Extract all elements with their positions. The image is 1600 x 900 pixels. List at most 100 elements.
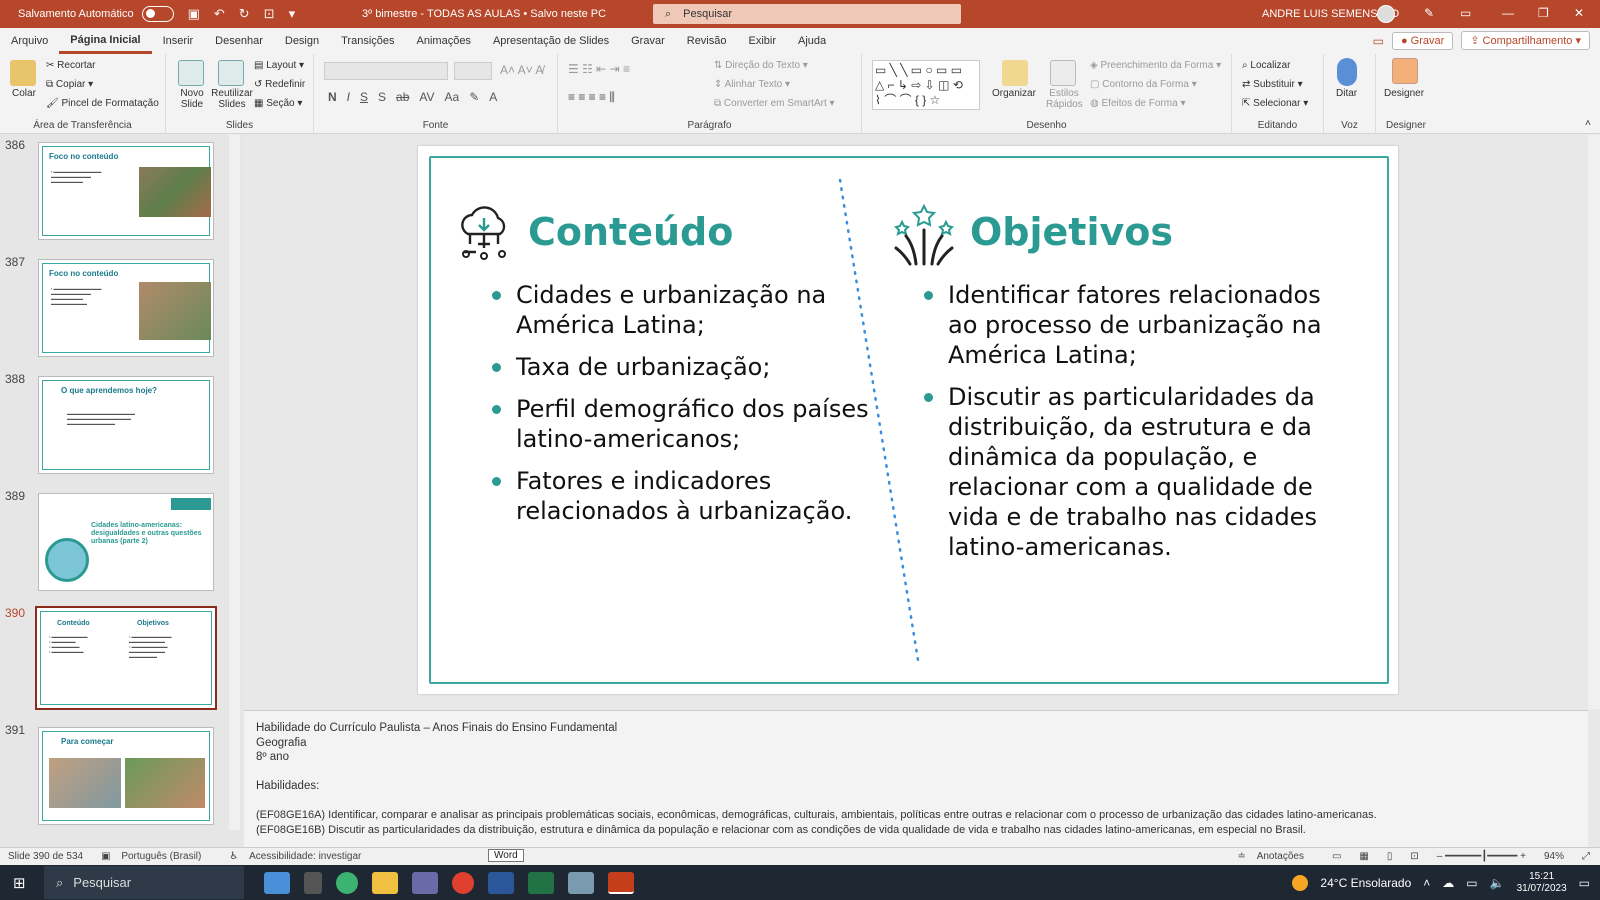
notifications-icon[interactable]: ▭: [1579, 876, 1590, 890]
view-normal-icon[interactable]: ▭: [1332, 851, 1341, 862]
customize-qat-icon[interactable]: ▾: [289, 6, 296, 22]
tab-exibir[interactable]: Exibir: [738, 28, 788, 54]
maximize-icon[interactable]: ❐: [1538, 6, 1549, 20]
list-icons[interactable]: ☰ ☷ ⇤ ⇥ ≡: [568, 62, 630, 76]
format-painter-button[interactable]: 🖌 Pincel de Formatação: [46, 98, 159, 109]
microphone-icon[interactable]: [1337, 58, 1357, 86]
arrange-icon[interactable]: [1002, 60, 1028, 86]
excel-icon[interactable]: [528, 871, 554, 894]
tab-transicoes[interactable]: Transições: [330, 28, 405, 54]
font-family-select[interactable]: [324, 62, 448, 80]
ribbon-display-icon[interactable]: ▭: [1460, 6, 1471, 20]
shadow-icon[interactable]: S: [378, 90, 386, 104]
close-icon[interactable]: ✕: [1574, 6, 1584, 20]
windows-start-icon[interactable]: ⊞: [13, 874, 26, 892]
bold-icon[interactable]: N: [328, 90, 337, 104]
thumbnail-386[interactable]: Foco no conteúdo ▪ ▬▬▬▬▬▬▬▬▬▬▬▬ ▬▬▬▬▬▬▬▬▬…: [38, 142, 214, 240]
thumbnails-scrollbar[interactable]: [229, 135, 240, 830]
app-icon[interactable]: [568, 871, 594, 894]
present-icon[interactable]: ⊡: [264, 6, 275, 22]
tab-desenhar[interactable]: Desenhar: [204, 28, 274, 54]
designer-icon[interactable]: [1392, 58, 1418, 84]
word-icon[interactable]: [488, 871, 514, 894]
powerpoint-icon[interactable]: [608, 871, 634, 894]
align-icons[interactable]: ≡ ≡ ≡ ≡ ⫼: [568, 90, 615, 105]
paste-icon[interactable]: [10, 60, 36, 86]
pen-icon[interactable]: ✎: [1424, 6, 1434, 20]
replace-button[interactable]: ⇄ Substituir ▾: [1242, 79, 1303, 90]
strikethrough-icon[interactable]: ab: [396, 90, 409, 104]
copy-button[interactable]: ⧉ Copiar ▾: [46, 79, 93, 90]
select-button[interactable]: ⇱ Selecionar ▾: [1242, 98, 1308, 109]
clock[interactable]: 15:21 31/07/2023: [1517, 871, 1567, 895]
tab-animacoes[interactable]: Animações: [406, 28, 482, 54]
reuse-slides-icon[interactable]: [218, 60, 244, 86]
tab-arquivo[interactable]: Arquivo: [0, 28, 59, 54]
chrome-icon[interactable]: [452, 871, 474, 894]
shape-effects-button[interactable]: ◍ Efeitos de Forma ▾: [1090, 98, 1185, 109]
dictate-button[interactable]: Ditar: [1336, 88, 1357, 99]
shapes-gallery[interactable]: ▭ ╲ ╲ ▭ ○ ▭ ▭ △ ⌐ ↳ ⇨ ⇩ ◫ ⟲ ⌇ ⌒ ⌒ { } ☆: [872, 60, 980, 110]
thumbnail-391[interactable]: Para começar: [38, 727, 214, 825]
thumbnail-387[interactable]: Foco no conteúdo ▪ ▬▬▬▬▬▬▬▬▬▬▬▬ ▬▬▬▬▬▬▬▬▬…: [38, 259, 214, 357]
thumbnail-389[interactable]: Cidades latino-americanas: desigualdades…: [38, 493, 214, 591]
align-text-button[interactable]: ⇕ Alinhar Texto ▾: [714, 79, 790, 90]
smartart-button[interactable]: ⧉ Converter em SmartArt ▾: [714, 98, 835, 109]
change-case-icon[interactable]: Aa: [445, 90, 460, 104]
zoom-level[interactable]: 94%: [1544, 851, 1564, 862]
record-button[interactable]: ● Gravar: [1391, 31, 1454, 50]
task-view-icon[interactable]: [304, 871, 322, 894]
tab-design[interactable]: Design: [274, 28, 330, 54]
quick-styles-icon[interactable]: [1050, 60, 1076, 86]
tab-inserir[interactable]: Inserir: [152, 28, 205, 54]
tab-pagina-inicial[interactable]: Página Inicial: [59, 29, 152, 54]
section-button[interactable]: ▦ Seção ▾: [254, 98, 302, 109]
find-button[interactable]: ⌕ Localizar: [1242, 60, 1290, 71]
new-slide-icon[interactable]: [178, 60, 204, 86]
collapse-ribbon-icon[interactable]: ˄: [1585, 118, 1591, 129]
font-size-select[interactable]: [454, 62, 492, 80]
autosave-toggle[interactable]: [141, 6, 174, 22]
quick-styles-button[interactable]: Estilos Rápidos: [1046, 88, 1083, 110]
font-color-icon[interactable]: A: [489, 90, 497, 104]
redo-icon[interactable]: ↻: [239, 6, 250, 22]
tray-chevron-icon[interactable]: ˄: [1423, 876, 1430, 890]
edge-icon[interactable]: [336, 871, 358, 894]
designer-button[interactable]: Designer: [1384, 88, 1424, 99]
shape-fill-button[interactable]: ◈ Preenchimento da Forma ▾: [1090, 60, 1221, 71]
comments-icon[interactable]: ▭: [1373, 34, 1384, 48]
thumbnail-390[interactable]: Conteúdo Objetivos • ▬▬▬▬▬▬▬▬▬ • ▬▬▬▬▬▬ • …: [35, 606, 217, 710]
fit-slide-icon[interactable]: ⤢: [1582, 851, 1590, 862]
highlight-icon[interactable]: ✎: [469, 90, 479, 104]
view-sorter-icon[interactable]: ▦: [1359, 851, 1368, 862]
widgets-icon[interactable]: [264, 871, 290, 894]
tab-revisao[interactable]: Revisão: [676, 28, 738, 54]
arrange-button[interactable]: Organizar: [992, 88, 1036, 99]
share-button[interactable]: ⇪ Compartilhamento ▾: [1461, 31, 1590, 50]
view-reading-icon[interactable]: ▯: [1387, 851, 1393, 862]
layout-button[interactable]: ▤ Layout ▾: [254, 60, 304, 71]
tab-gravar[interactable]: Gravar: [620, 28, 676, 54]
reset-button[interactable]: ↺ Redefinir: [254, 79, 305, 90]
reuse-slides-button[interactable]: Reutilizar Slides: [210, 88, 254, 110]
save-icon[interactable]: ▣: [188, 6, 200, 22]
language-button[interactable]: ▣ Português (Brasil): [101, 851, 211, 862]
new-slide-button[interactable]: Novo Slide: [174, 88, 210, 110]
network-icon[interactable]: ▭: [1466, 876, 1477, 890]
taskbar-search[interactable]: ⌕ Pesquisar: [44, 866, 244, 899]
document-title[interactable]: 3º bimestre - TODAS AS AULAS • Salvo nes…: [362, 8, 606, 20]
italic-icon[interactable]: I: [347, 90, 350, 104]
minimize-icon[interactable]: —: [1502, 6, 1514, 20]
thumbnail-388[interactable]: O que aprendemos hoje? ▬▬▬▬▬▬▬▬▬▬▬▬▬▬▬▬▬…: [38, 376, 214, 474]
text-direction-button[interactable]: ⇅ Direção do Texto ▾: [714, 60, 808, 71]
shape-outline-button[interactable]: ▢ Contorno da Forma ▾: [1090, 79, 1197, 90]
font-grow-icon[interactable]: A˄ A˅ A̸: [500, 63, 543, 77]
paste-button[interactable]: Colar: [12, 88, 36, 99]
undo-icon[interactable]: ↶: [214, 6, 225, 22]
weather-label[interactable]: 24°C Ensolarado: [1320, 876, 1411, 890]
tab-ajuda[interactable]: Ajuda: [787, 28, 837, 54]
underline-icon[interactable]: S: [360, 90, 368, 104]
store-icon[interactable]: [412, 871, 438, 894]
cut-button[interactable]: ✂ Recortar: [46, 60, 96, 71]
search-box[interactable]: ⌕ Pesquisar: [653, 4, 961, 24]
